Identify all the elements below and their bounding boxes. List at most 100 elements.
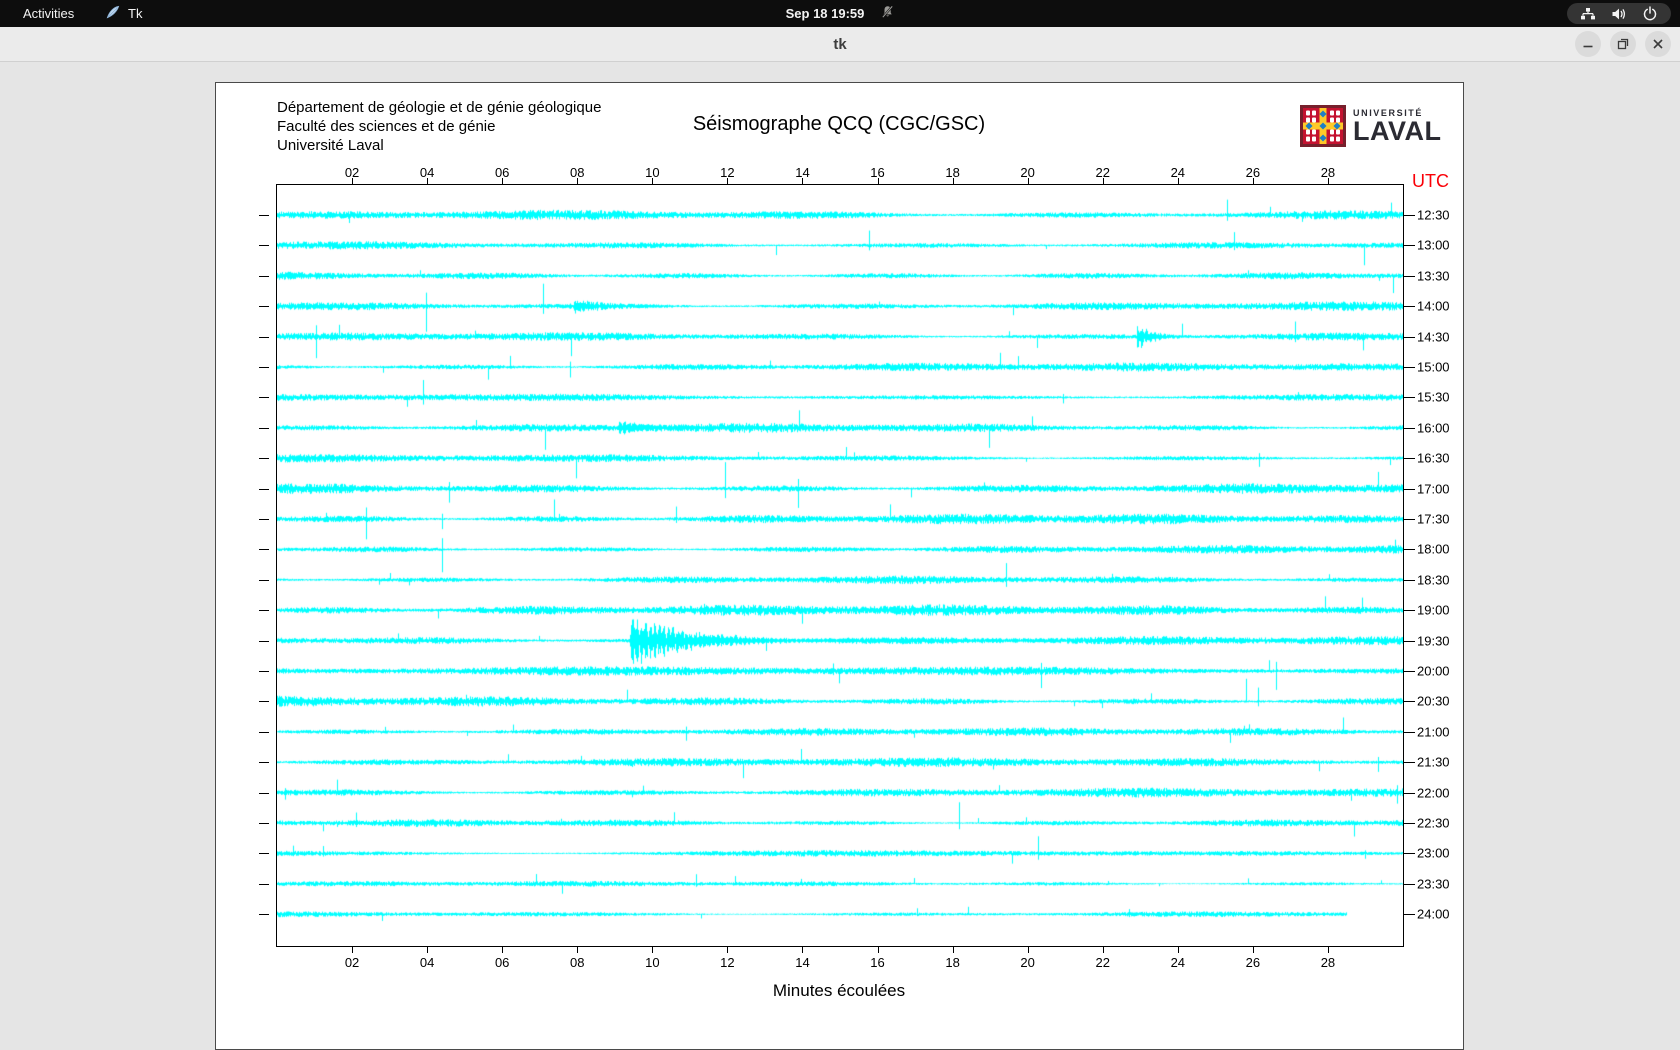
- x-tick-mark-top: [652, 178, 653, 184]
- row-tick-left: [259, 397, 269, 398]
- row-tick-left: [259, 337, 269, 338]
- app-indicator-label: Tk: [128, 6, 142, 21]
- row-tick-left: [259, 428, 269, 429]
- row-time-label: 22:30: [1417, 816, 1450, 831]
- x-tick-label-bottom: 22: [1095, 955, 1109, 970]
- x-tick-mark-top: [427, 178, 428, 184]
- x-tick-mark-bottom: [727, 947, 728, 953]
- row-tick-left: [259, 732, 269, 733]
- row-time-label: 12:30: [1417, 208, 1450, 223]
- row-time-label: 19:00: [1417, 603, 1450, 618]
- x-tick-mark-bottom: [953, 947, 954, 953]
- row-tick-left: [259, 306, 269, 307]
- x-tick-label-bottom: 26: [1246, 955, 1260, 970]
- clock-menu[interactable]: Sep 18 19:59: [786, 0, 895, 27]
- system-tray[interactable]: [1567, 3, 1671, 24]
- row-time-label: 18:30: [1417, 572, 1450, 587]
- row-time-label: 22:00: [1417, 785, 1450, 800]
- row-tick-right: [1404, 519, 1415, 520]
- row-time-label: 24:00: [1417, 907, 1450, 922]
- row-time-label: 16:00: [1417, 420, 1450, 435]
- x-tick-label-bottom: 16: [870, 955, 884, 970]
- row-time-label: 13:30: [1417, 268, 1450, 283]
- x-axis-label: Minutes écoulées: [276, 981, 1402, 1001]
- x-tick-label-bottom: 14: [795, 955, 809, 970]
- clock-label: Sep 18 19:59: [786, 6, 865, 21]
- crest-garb: [1312, 130, 1316, 135]
- row-time-label: 19:30: [1417, 633, 1450, 648]
- row-tick-left: [259, 245, 269, 246]
- activities-button[interactable]: Activities: [23, 0, 74, 27]
- x-tick-label-bottom: 10: [645, 955, 659, 970]
- crest-garb: [1312, 117, 1316, 122]
- crest-garb: [1330, 130, 1334, 135]
- network-wired-icon: [1580, 6, 1596, 22]
- row-time-label: 20:00: [1417, 664, 1450, 679]
- x-tick-mark-top: [502, 178, 503, 184]
- plot-frame: [276, 184, 1404, 947]
- row-tick-right: [1404, 762, 1415, 763]
- x-tick-mark-bottom: [1178, 947, 1179, 953]
- row-tick-left: [259, 610, 269, 611]
- row-tick-left: [259, 823, 269, 824]
- row-tick-right: [1404, 549, 1415, 550]
- row-tick-right: [1404, 489, 1415, 490]
- row-tick-right: [1404, 428, 1415, 429]
- row-tick-right: [1404, 914, 1415, 915]
- window-titlebar[interactable]: tk: [0, 27, 1680, 62]
- x-tick-mark-bottom: [1103, 947, 1104, 953]
- x-tick-label-bottom: 02: [345, 955, 359, 970]
- crest-garb: [1306, 130, 1310, 135]
- x-tick-mark-top: [1028, 178, 1029, 184]
- x-tick-label-bottom: 08: [570, 955, 584, 970]
- row-tick-left: [259, 549, 269, 550]
- crest-garb: [1330, 117, 1334, 122]
- x-tick-mark-top: [953, 178, 954, 184]
- x-tick-label-bottom: 04: [420, 955, 434, 970]
- window-title: tk: [0, 27, 1680, 61]
- row-tick-right: [1404, 245, 1415, 246]
- maximize-button[interactable]: [1610, 31, 1636, 57]
- row-tick-left: [259, 793, 269, 794]
- x-tick-mark-top: [577, 178, 578, 184]
- row-time-label: 15:00: [1417, 360, 1450, 375]
- seismogram-canvas: [277, 185, 1403, 946]
- crest-garb: [1312, 136, 1316, 141]
- utc-axis-label: UTC: [1412, 171, 1449, 192]
- crest-garb: [1336, 111, 1340, 116]
- crest-garb: [1336, 117, 1340, 122]
- address-line-3: Université Laval: [277, 136, 601, 155]
- crest-garb: [1330, 136, 1334, 141]
- universite-laval-logo: UNIVERSITÉ LAVAL: [1300, 105, 1441, 147]
- row-tick-right: [1404, 641, 1415, 642]
- row-tick-left: [259, 276, 269, 277]
- minimize-icon: [1582, 38, 1594, 50]
- row-time-label: 18:00: [1417, 542, 1450, 557]
- x-tick-mark-bottom: [1253, 947, 1254, 953]
- row-time-label: 15:30: [1417, 390, 1450, 405]
- row-time-label: 14:30: [1417, 329, 1450, 344]
- power-icon: [1642, 6, 1658, 22]
- x-tick-mark-bottom: [427, 947, 428, 953]
- row-tick-right: [1404, 884, 1415, 885]
- crest-garb: [1312, 111, 1316, 116]
- row-tick-left: [259, 762, 269, 763]
- row-tick-right: [1404, 337, 1415, 338]
- crest-garb: [1330, 111, 1334, 116]
- x-tick-mark-bottom: [502, 947, 503, 953]
- row-tick-right: [1404, 215, 1415, 216]
- row-time-label: 23:30: [1417, 876, 1450, 891]
- x-tick-mark-bottom: [1328, 947, 1329, 953]
- activities-label: Activities: [23, 6, 74, 21]
- x-tick-label-bottom: 18: [945, 955, 959, 970]
- x-tick-mark-top: [727, 178, 728, 184]
- row-time-label: 17:00: [1417, 481, 1450, 496]
- row-tick-left: [259, 914, 269, 915]
- row-time-label: 23:00: [1417, 846, 1450, 861]
- row-time-label: 14:00: [1417, 299, 1450, 314]
- minimize-button[interactable]: [1575, 31, 1601, 57]
- app-indicator-tk[interactable]: Tk: [105, 0, 142, 27]
- close-button[interactable]: [1645, 31, 1671, 57]
- x-tick-mark-top: [1328, 178, 1329, 184]
- row-tick-right: [1404, 793, 1415, 794]
